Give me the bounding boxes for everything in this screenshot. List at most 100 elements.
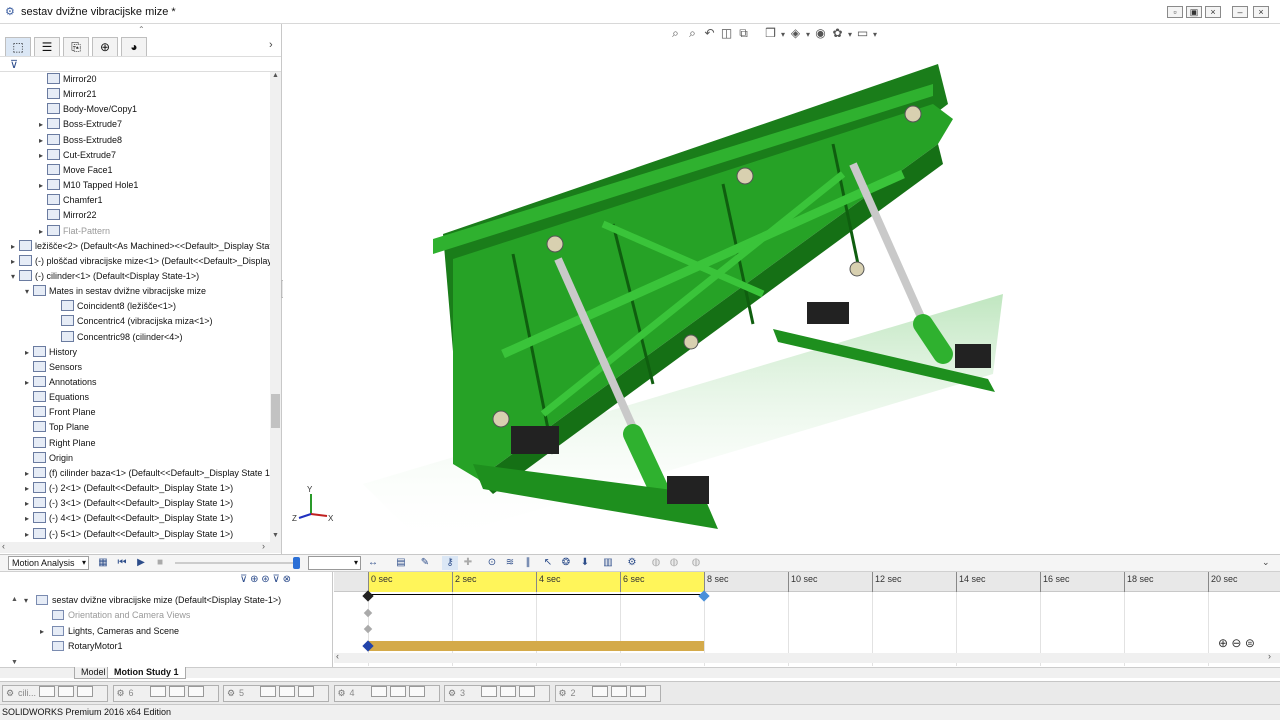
maximize-icon[interactable] (500, 686, 516, 697)
minimized-document-window[interactable]: ⚙ 2 (554, 685, 661, 702)
playback-mode-select[interactable]: ▾ (308, 556, 361, 570)
tree-node[interactable]: ▾ (-) cilinder<1> (Default<Display State-… (8, 269, 199, 284)
expand-arrow-icon[interactable]: ▸ (22, 345, 32, 360)
tab-scroll-right-icon[interactable]: › (269, 39, 273, 51)
tree-node[interactable]: ▸ M10 Tapped Hole1 (36, 178, 138, 193)
maximize-icon[interactable] (279, 686, 295, 697)
start-key-point[interactable] (362, 590, 374, 602)
configuration-manager-tab-icon[interactable]: ⎘ (63, 37, 89, 57)
tree-horizontal-scrollbar[interactable]: ‹ › (0, 541, 281, 553)
expand-arrow-icon[interactable]: ▸ (8, 239, 18, 254)
playback-speed-handle[interactable] (293, 557, 300, 569)
simulation-icon[interactable]: ◍ (666, 556, 682, 570)
filter-results-icon[interactable]: ⊽ (272, 574, 279, 585)
motion-tree-node[interactable]: ▾ sestav dvižne vibracijske mize (Default… (24, 593, 281, 608)
restore-icon[interactable] (149, 686, 166, 697)
timeline[interactable]: 0 sec 2 sec 4 sec 6 sec 8 sec 10 sec 12 sec 14 … (334, 572, 1280, 667)
tab-motion-study-1[interactable]: Motion Study 1 (107, 667, 186, 679)
zoom-in-icon[interactable]: ⊕ (1218, 636, 1228, 650)
contact-icon[interactable]: ❂ (558, 556, 574, 570)
play-from-start-icon[interactable]: ⏮ (114, 556, 130, 570)
filter-selected-icon[interactable]: ⊛ (261, 574, 269, 585)
gravity-icon[interactable]: ⬇ (577, 556, 593, 570)
tree-node[interactable]: ▸ (-) 2<1> (Default<<Default>_Display Sta… (22, 481, 233, 496)
tree-node[interactable]: Front Plane (22, 405, 96, 420)
display-manager-tab-icon[interactable]: ◕ (121, 37, 147, 57)
restore-icon[interactable] (370, 686, 387, 697)
tree-node[interactable]: ▸ (-) 5<1> (Default<<Default>_Display Sta… (22, 527, 233, 542)
study-type-select[interactable]: Motion Analysis ▾ (8, 556, 89, 570)
feature-manager-tab-icon[interactable]: ⬚ (5, 37, 31, 57)
minimized-document-window[interactable]: ⚙ 5 (223, 685, 329, 702)
damper-icon[interactable]: ∥ (520, 556, 536, 570)
dimxpert-tab-icon[interactable]: ⊕ (92, 37, 118, 57)
expand-arrow-icon[interactable]: ▸ (22, 481, 32, 496)
expand-arrow-icon[interactable]: ▸ (22, 466, 32, 481)
expand-arrow-icon[interactable]: ▸ (36, 148, 46, 163)
minimize-icon[interactable]: – (1232, 6, 1248, 18)
scroll-down-icon[interactable]: ▼ (11, 659, 18, 666)
play-icon[interactable]: ▶ (133, 556, 149, 570)
filter-collapse-icon[interactable]: ⊗ (283, 574, 291, 585)
restore-icon[interactable] (481, 686, 497, 697)
tree-node[interactable]: ▸ Cut-Extrude7 (36, 148, 116, 163)
tree-node[interactable]: ▸ (-) ploščad vibracijske mize<1> (Defaul… (8, 254, 270, 269)
tree-node[interactable]: ▸ History (22, 345, 77, 360)
tree-node[interactable]: ▸ Boss-Extrude8 (36, 133, 122, 148)
close-icon[interactable] (187, 686, 204, 697)
restore-icon[interactable]: ▣ (1186, 6, 1202, 18)
tree-node[interactable]: ▸ Boss-Extrude7 (36, 117, 122, 132)
end-key-point[interactable] (698, 590, 710, 602)
tree-vertical-scrollbar[interactable]: ▲ ▼ (270, 72, 281, 542)
expand-arrow-icon[interactable]: ▸ (22, 496, 32, 511)
tree-node[interactable]: Mirror22 (36, 208, 97, 223)
motion-tree-node[interactable]: Orientation and Camera Views (40, 608, 190, 623)
close-icon[interactable] (298, 686, 314, 697)
tree-node[interactable]: ▾ Mates in sestav dvižne vibracijske mize (22, 284, 206, 299)
collapse-panel-icon[interactable]: ⌄ (1262, 557, 1270, 568)
stop-icon[interactable]: ■ (152, 556, 168, 570)
tree-node[interactable]: Mirror20 (36, 72, 97, 87)
tree-node[interactable]: Top Plane (22, 420, 89, 435)
motion-tree-node[interactable]: ▸ Lights, Cameras and Scene (40, 624, 179, 639)
motion-study-properties-icon[interactable]: ⚙ (624, 556, 640, 570)
tree-node[interactable]: Coincident8 (ležišče<1>) (50, 299, 176, 314)
tree-node[interactable]: Move Face1 (36, 163, 113, 178)
tree-node[interactable]: Right Plane (22, 436, 96, 451)
minimized-document-window[interactable]: ⚙ 4 (333, 685, 440, 702)
restore-icon[interactable] (260, 686, 276, 697)
calculate-icon[interactable]: ▦ (95, 556, 111, 570)
maximize-icon[interactable] (168, 686, 185, 697)
panel-collapse-icon[interactable]: ⌃ (138, 25, 145, 34)
expand-arrow-icon[interactable]: ▸ (36, 117, 46, 132)
tree-node[interactable]: Concentric98 (cilinder<4>) (50, 330, 183, 345)
filter-animated-icon[interactable]: ⊽ (240, 574, 247, 585)
scroll-down-icon[interactable]: ▼ (272, 532, 279, 539)
scroll-left-icon[interactable]: ‹ (2, 541, 5, 551)
tree-node[interactable]: Origin (22, 451, 73, 466)
close-icon[interactable] (629, 686, 646, 697)
close-icon[interactable] (519, 686, 535, 697)
expand-arrow-icon[interactable]: ▸ (36, 178, 46, 193)
animation-wizard-icon[interactable]: ✎ (417, 556, 433, 570)
expand-arrow-icon[interactable]: ▸ (36, 224, 46, 239)
zoom-out-icon[interactable]: ⊖ (1231, 636, 1241, 650)
dropdown-icon[interactable]: ◍ (688, 556, 704, 570)
restore-icon[interactable] (39, 686, 55, 697)
tree-node[interactable]: Chamfer1 (36, 193, 103, 208)
expand-arrow-icon[interactable]: ▸ (36, 133, 46, 148)
collapse-arrow-icon[interactable]: ▾ (22, 284, 32, 299)
maximize-icon[interactable] (610, 686, 627, 697)
3d-model-render[interactable]: Y X Z (283, 24, 1280, 554)
restore-down-icon[interactable]: ▫ (1167, 6, 1183, 18)
scroll-left-icon[interactable]: ‹ (336, 651, 339, 661)
close-document-icon[interactable]: × (1205, 6, 1221, 18)
lights-key-point[interactable] (363, 624, 373, 634)
add-key-icon[interactable]: ✚ (460, 556, 476, 570)
loop-mode-icon[interactable]: ↔ (365, 556, 381, 570)
scroll-thumb[interactable] (271, 394, 280, 428)
force-icon[interactable]: ↖ (540, 556, 556, 570)
close-icon[interactable] (408, 686, 425, 697)
expand-arrow-icon[interactable]: ▸ (40, 624, 50, 639)
playback-speed-track[interactable] (175, 562, 295, 564)
